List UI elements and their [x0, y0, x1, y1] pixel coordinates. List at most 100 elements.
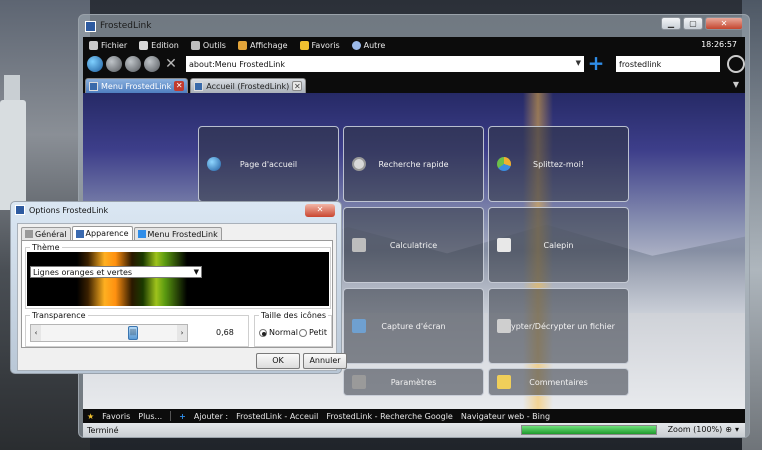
- tab-menu-frostedlink[interactable]: Menu FrostedLink: [133, 227, 222, 240]
- favorite-link[interactable]: Navigateur web - Bing: [461, 412, 550, 421]
- tab-menu-frostedlink[interactable]: Menu FrostedLink ✕: [85, 78, 189, 93]
- navigation-bar: ✕ about:Menu FrostedLink ▼ + frostedlink: [83, 53, 745, 75]
- app-icon: [15, 205, 25, 215]
- add-favorite-button[interactable]: Ajouter :: [194, 412, 228, 421]
- slider-right-arrow-icon[interactable]: ›: [177, 325, 187, 341]
- ok-button[interactable]: OK: [256, 353, 300, 369]
- options-dialog: Options FrostedLink ✕ Général Apparence …: [10, 201, 347, 374]
- transparency-slider[interactable]: ‹ ||| ›: [30, 324, 188, 342]
- slider-left-arrow-icon[interactable]: ‹: [31, 325, 41, 341]
- help-icon: [351, 40, 361, 50]
- favorite-link[interactable]: FrostedLink - Recherche Google: [326, 412, 452, 421]
- zoom-chevron-down-icon[interactable]: ▾: [735, 425, 739, 434]
- tab-accueil[interactable]: Accueil (FrostedLink) ✕: [190, 78, 307, 93]
- lighthouse: [0, 100, 26, 210]
- tile-capture-ecran[interactable]: Capture d'écran: [343, 288, 484, 364]
- lock-icon: [497, 319, 511, 333]
- address-bar[interactable]: about:Menu FrostedLink ▼: [186, 56, 584, 72]
- menu-edition[interactable]: Edition: [139, 40, 179, 50]
- search-icon[interactable]: [727, 55, 745, 73]
- more-button[interactable]: Plus...: [138, 412, 162, 421]
- menu-affichage[interactable]: Affichage: [237, 40, 288, 50]
- pie-icon: [497, 157, 511, 171]
- tab-close-icon[interactable]: ✕: [292, 81, 303, 91]
- appearance-panel: Thème Lignes oranges et vertes ▼ Transpa…: [21, 240, 333, 348]
- menu-outils[interactable]: Outils: [190, 40, 226, 50]
- icon-size-group: Taille des icônes Normal Petit: [254, 311, 332, 347]
- address-dropdown-icon[interactable]: ▼: [576, 59, 581, 67]
- refresh-button[interactable]: [144, 56, 160, 72]
- address-text: about:Menu FrostedLink: [189, 59, 285, 69]
- transparency-group: Transparence ‹ ||| › 0,68: [25, 311, 249, 347]
- magnifier-icon: [352, 157, 366, 171]
- star-icon: ★: [87, 411, 95, 421]
- tab-apparence[interactable]: Apparence: [71, 226, 133, 240]
- menu-fichier[interactable]: Fichier: [89, 40, 127, 50]
- slider-thumb[interactable]: |||: [128, 326, 139, 340]
- maximize-button[interactable]: ▢: [683, 17, 703, 30]
- favorites-button[interactable]: Favoris: [102, 412, 130, 421]
- tile-calculatrice[interactable]: Calculatrice: [343, 207, 484, 283]
- radio-dot: [299, 328, 307, 337]
- window-controls: ▁ ▢ ✕: [661, 17, 743, 30]
- tile-calepin[interactable]: Calepin: [488, 207, 629, 283]
- theme-label: Thème: [30, 243, 62, 252]
- tab-general[interactable]: Général: [21, 227, 71, 240]
- dialog-close-button[interactable]: ✕: [305, 204, 335, 217]
- theme-select[interactable]: Lignes oranges et vertes ▼: [30, 266, 202, 278]
- transparency-value: 0,68: [216, 328, 234, 337]
- favorites-bar: ★ Favoris Plus... + Ajouter : FrostedLin…: [83, 409, 745, 423]
- status-text: Terminé: [87, 425, 119, 435]
- stop-button[interactable]: ✕: [163, 56, 179, 72]
- transparency-label: Transparence: [30, 311, 88, 320]
- theme-preview-aurora: [77, 252, 187, 306]
- status-bar: Terminé Zoom (100%) ⊕ ▾: [83, 423, 745, 437]
- menu-favoris[interactable]: Favoris: [299, 40, 340, 50]
- minimize-button[interactable]: ▁: [661, 17, 681, 30]
- menu-autre[interactable]: Autre: [351, 40, 385, 50]
- favorite-link[interactable]: FrostedLink - Acceuil: [236, 412, 318, 421]
- theme-preview: [27, 252, 329, 306]
- tile-splittez-moi[interactable]: Splittez-moi!: [488, 126, 629, 202]
- home-globe-icon[interactable]: [87, 56, 103, 72]
- tile-parametres[interactable]: Paramètres: [343, 368, 484, 396]
- tab-close-icon[interactable]: ✕: [174, 81, 185, 91]
- search-input[interactable]: frostedlink: [616, 56, 720, 72]
- tab-bar: Menu FrostedLink ✕ Accueil (FrostedLink)…: [83, 75, 745, 93]
- mail-icon: [497, 375, 511, 389]
- radio-dot: [259, 328, 267, 337]
- clock: 18:26:57: [701, 40, 737, 49]
- app-icon: [85, 20, 96, 32]
- chevron-down-icon: ▼: [193, 268, 199, 276]
- radio-petit[interactable]: Petit: [299, 328, 327, 337]
- tab-list-chevron-down-icon[interactable]: ▼: [733, 80, 739, 89]
- new-tab-button[interactable]: +: [587, 53, 605, 73]
- tab-page-icon: [89, 81, 98, 91]
- tile-recherche-rapide[interactable]: Recherche rapide: [343, 126, 484, 202]
- zoom-magnifier-icon[interactable]: ⊕: [725, 425, 732, 434]
- plus-icon: [137, 230, 146, 238]
- separator: [170, 411, 172, 421]
- title-bar[interactable]: FrostedLink ▁ ▢ ✕: [79, 15, 749, 37]
- tile-commentaires[interactable]: Commentaires: [488, 368, 629, 396]
- page-progress-bar: [521, 425, 657, 435]
- calculator-icon: [352, 238, 366, 252]
- tools-icon: [190, 40, 200, 50]
- edit-icon: [139, 40, 149, 50]
- lighthouse-top: [4, 75, 20, 103]
- dialog-title-bar[interactable]: Options FrostedLink: [15, 205, 108, 215]
- screenshot-icon: [352, 319, 366, 333]
- tile-page-accueil[interactable]: Page d'accueil: [198, 126, 339, 202]
- cancel-button[interactable]: Annuler: [303, 353, 347, 369]
- back-button[interactable]: [106, 56, 122, 72]
- radio-normal[interactable]: Normal: [259, 328, 298, 337]
- zoom-control[interactable]: Zoom (100%) ⊕ ▾: [668, 425, 739, 434]
- window-title: FrostedLink: [100, 21, 152, 31]
- dialog-title: Options FrostedLink: [29, 205, 109, 215]
- close-window-button[interactable]: ✕: [705, 17, 743, 30]
- forward-button[interactable]: [125, 56, 141, 72]
- notepad-icon: [497, 238, 511, 252]
- tile-crypter-decrypter[interactable]: Crypter/Décrypter un fichier: [488, 288, 629, 364]
- search-text: frostedlink: [619, 59, 662, 69]
- view-icon: [237, 40, 247, 50]
